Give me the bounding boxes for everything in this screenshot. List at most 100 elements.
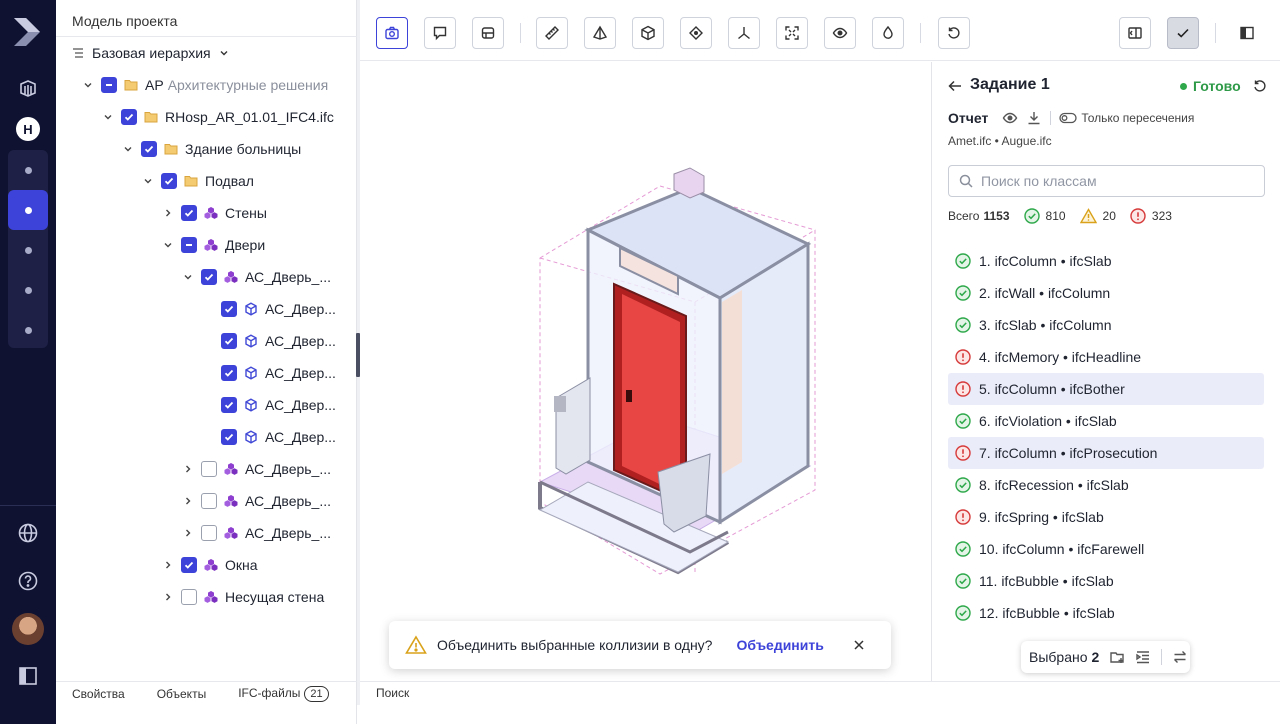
tree-node[interactable]: Окна bbox=[161, 553, 258, 577]
reset-button[interactable] bbox=[938, 17, 970, 49]
tree-node[interactable]: АС_Дверь_... bbox=[181, 457, 331, 481]
compare-button[interactable] bbox=[1119, 17, 1151, 49]
chevron-right-icon[interactable] bbox=[161, 590, 175, 604]
measure-button[interactable] bbox=[536, 17, 568, 49]
chevron-down-icon[interactable] bbox=[81, 78, 95, 92]
nav-dot-4[interactable] bbox=[8, 270, 48, 310]
tree-checkbox[interactable] bbox=[221, 397, 237, 413]
tab-objects[interactable]: Объекты bbox=[157, 687, 207, 701]
tree-checkbox[interactable] bbox=[201, 269, 217, 285]
tree-checkbox[interactable] bbox=[201, 493, 217, 509]
section-box-button[interactable] bbox=[472, 17, 504, 49]
tree-node[interactable]: АС_Дверь_... bbox=[181, 489, 331, 513]
tree-node[interactable]: RHosp_AR_01.01_IFC4.ifc bbox=[101, 105, 334, 129]
tree-node[interactable]: Стены bbox=[161, 201, 267, 225]
tree-node[interactable]: АС_Двер... bbox=[201, 361, 336, 385]
eye-icon[interactable] bbox=[1002, 110, 1018, 126]
collision-item[interactable]: 10. ifcColumn • ifcFarewell bbox=[948, 533, 1264, 565]
project-avatar[interactable]: H bbox=[16, 117, 40, 141]
check-button[interactable] bbox=[1167, 17, 1199, 49]
nav-dot-5[interactable] bbox=[8, 310, 48, 350]
tree-node[interactable]: Здание больницы bbox=[121, 137, 301, 161]
toggle-icon[interactable] bbox=[1059, 112, 1077, 124]
layers-icon[interactable] bbox=[14, 74, 42, 102]
hierarchy-selector[interactable]: Базовая иерархия bbox=[72, 45, 229, 61]
collision-item[interactable]: 12. ifcBubble • ifcSlab bbox=[948, 597, 1264, 629]
chevron-down-icon[interactable] bbox=[121, 142, 135, 156]
visibility-button[interactable] bbox=[824, 17, 856, 49]
tab-ifc-files[interactable]: IFC-файлы 21 bbox=[238, 685, 329, 702]
download-icon[interactable] bbox=[1026, 110, 1042, 126]
tree-checkbox[interactable] bbox=[181, 589, 197, 605]
globe-icon[interactable] bbox=[14, 519, 42, 547]
camera-button[interactable] bbox=[376, 17, 408, 49]
tree-node[interactable]: АС_Двер... bbox=[201, 297, 336, 321]
help-icon[interactable] bbox=[14, 567, 42, 595]
class-search[interactable] bbox=[948, 165, 1265, 197]
tree-checkbox[interactable] bbox=[141, 141, 157, 157]
chevron-down-icon[interactable] bbox=[161, 238, 175, 252]
back-arrow-icon[interactable] bbox=[948, 79, 962, 93]
app-logo-icon[interactable] bbox=[10, 14, 46, 50]
nav-dot-1[interactable] bbox=[8, 150, 48, 190]
search-tab[interactable]: Поиск bbox=[376, 686, 409, 700]
collision-item[interactable]: 11. ifcBubble • ifcSlab bbox=[948, 565, 1264, 597]
tree-checkbox[interactable] bbox=[181, 557, 197, 573]
3d-viewport[interactable] bbox=[360, 62, 930, 681]
add-to-group-icon[interactable] bbox=[1109, 649, 1125, 665]
collision-item[interactable]: 8. ifcRecession • ifcSlab bbox=[948, 469, 1264, 501]
sidebar-toggle-icon[interactable] bbox=[14, 662, 42, 690]
merge-button[interactable]: Объединить bbox=[736, 637, 823, 653]
tree-checkbox[interactable] bbox=[121, 109, 137, 125]
tree-checkbox[interactable] bbox=[201, 461, 217, 477]
collision-item[interactable]: 5. ifcColumn • ifcBother bbox=[948, 373, 1264, 405]
tree-checkbox[interactable] bbox=[181, 205, 197, 221]
tree-node[interactable]: АС_Двер... bbox=[201, 329, 336, 353]
material-button[interactable] bbox=[872, 17, 904, 49]
fit-view-button[interactable] bbox=[776, 17, 808, 49]
chevron-right-icon[interactable] bbox=[161, 558, 175, 572]
cube-button[interactable] bbox=[632, 17, 664, 49]
chevron-down-icon[interactable] bbox=[101, 110, 115, 124]
refresh-icon[interactable] bbox=[1252, 78, 1268, 94]
building-model-render[interactable] bbox=[360, 62, 930, 681]
swap-icon[interactable] bbox=[1172, 649, 1188, 665]
tree-checkbox[interactable] bbox=[221, 333, 237, 349]
collision-item[interactable]: 7. ifcColumn • ifcProsecution bbox=[948, 437, 1264, 469]
comment-button[interactable] bbox=[424, 17, 456, 49]
axes-button[interactable] bbox=[728, 17, 760, 49]
nav-dot-3[interactable] bbox=[8, 230, 48, 270]
collision-item[interactable]: 4. ifcMemory • ifcHeadline bbox=[948, 341, 1264, 373]
tree-checkbox[interactable] bbox=[201, 525, 217, 541]
close-icon[interactable] bbox=[851, 637, 867, 653]
tab-properties[interactable]: Свойства bbox=[72, 687, 125, 701]
diamond-button[interactable] bbox=[680, 17, 712, 49]
tree-node[interactable]: АР Архитектурные решения bbox=[81, 73, 328, 97]
panel-toggle-button[interactable] bbox=[1231, 17, 1263, 49]
indent-list-icon[interactable] bbox=[1135, 649, 1151, 665]
pyramid-button[interactable] bbox=[584, 17, 616, 49]
tree-checkbox[interactable] bbox=[221, 365, 237, 381]
chevron-right-icon[interactable] bbox=[161, 206, 175, 220]
chevron-down-icon[interactable] bbox=[141, 174, 155, 188]
chevron-right-icon[interactable] bbox=[181, 494, 195, 508]
tree-checkbox[interactable] bbox=[221, 301, 237, 317]
chevron-down-icon[interactable] bbox=[181, 270, 195, 284]
class-search-input[interactable] bbox=[981, 173, 1251, 189]
collision-item[interactable]: 2. ifcWall • ifcColumn bbox=[948, 277, 1264, 309]
tree-node[interactable]: Подвал bbox=[141, 169, 254, 193]
collision-item[interactable]: 1. ifcColumn • ifcSlab bbox=[948, 245, 1264, 277]
tree-checkbox[interactable] bbox=[221, 429, 237, 445]
tree-checkbox[interactable] bbox=[181, 237, 197, 253]
nav-dot-2[interactable] bbox=[8, 190, 48, 230]
tree-checkbox[interactable] bbox=[161, 173, 177, 189]
tree-node[interactable]: АС_Двер... bbox=[201, 393, 336, 417]
chevron-right-icon[interactable] bbox=[181, 462, 195, 476]
chevron-right-icon[interactable] bbox=[181, 526, 195, 540]
tree-node[interactable]: АС_Дверь_... bbox=[181, 265, 331, 289]
user-avatar[interactable] bbox=[12, 613, 44, 645]
tree-checkbox[interactable] bbox=[101, 77, 117, 93]
collision-item[interactable]: 9. ifcSpring • ifcSlab bbox=[948, 501, 1264, 533]
tree-node[interactable]: АС_Двер... bbox=[201, 425, 336, 449]
tree-node[interactable]: Двери bbox=[161, 233, 265, 257]
